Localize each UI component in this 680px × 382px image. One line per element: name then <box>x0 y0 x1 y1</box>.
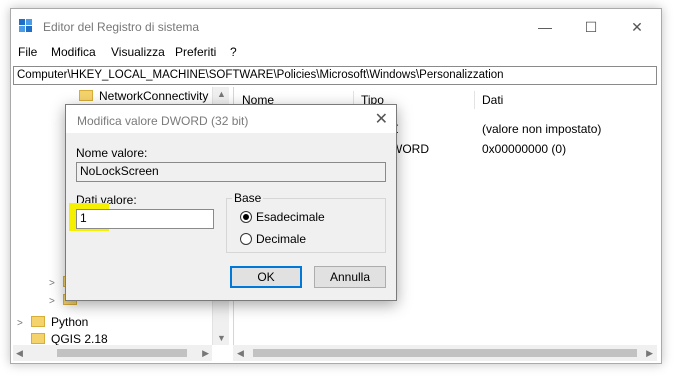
tree-item-label: QGIS 2.18 <box>51 332 108 345</box>
radio-esadecimale[interactable]: Esadecimale <box>240 210 325 224</box>
scroll-left-icon[interactable]: ◀ <box>237 348 244 359</box>
dialog-title: Modifica valore DWORD (32 bit) <box>77 114 249 128</box>
edit-dword-dialog: Modifica valore DWORD (32 bit) ✕ Nome va… <box>65 104 397 301</box>
scroll-right-icon[interactable]: ▶ <box>202 348 209 359</box>
scroll-right-icon[interactable]: ▶ <box>646 348 653 359</box>
radio-label: Esadecimale <box>256 210 325 224</box>
scroll-up-icon[interactable]: ▲ <box>217 89 226 99</box>
tree-item-label: NetworkConnectivity <box>99 89 209 103</box>
close-button[interactable]: ✕ <box>614 17 660 37</box>
tree-item-qgis[interactable]: QGIS 2.18 <box>31 330 108 345</box>
chevron-right-icon: > <box>49 296 55 307</box>
column-divider[interactable] <box>474 91 475 109</box>
scroll-thumb[interactable] <box>57 349 187 357</box>
dialog-close-icon[interactable]: ✕ <box>375 109 388 129</box>
values-horizontal-scrollbar[interactable]: ◀ ▶ <box>233 345 657 361</box>
radio-selected-icon[interactable] <box>240 211 252 223</box>
registry-app-icon <box>19 19 32 32</box>
tree-item-label: Python <box>51 315 89 329</box>
scroll-down-icon[interactable]: ▼ <box>217 333 226 343</box>
row-dati: 0x00000000 (0) <box>482 142 567 156</box>
menu-visualizza[interactable]: Visualizza <box>111 45 165 59</box>
dialog-title-bar[interactable]: Modifica valore DWORD (32 bit) ✕ <box>66 105 396 133</box>
value-name-label: Nome valore: <box>76 146 148 160</box>
menu-modifica[interactable]: Modifica <box>51 45 96 59</box>
menu-preferiti[interactable]: Preferiti <box>175 45 216 59</box>
menu-help[interactable]: ? <box>230 45 237 59</box>
minimize-button[interactable]: — <box>522 17 568 37</box>
value-name-field: NoLockScreen <box>76 162 386 182</box>
radio-decimale[interactable]: Decimale <box>240 232 306 246</box>
tree-item-python[interactable]: > Python <box>17 313 88 331</box>
tree-item-networkconnectivity[interactable]: NetworkConnectivity <box>79 87 208 105</box>
scroll-thumb[interactable] <box>253 349 637 357</box>
column-header-dati[interactable]: Dati <box>482 93 503 107</box>
radio-label: Decimale <box>256 232 307 246</box>
radio-unselected-icon[interactable] <box>240 233 252 245</box>
address-bar[interactable]: Computer\HKEY_LOCAL_MACHINE\SOFTWARE\Pol… <box>13 66 657 85</box>
title-bar[interactable]: Editor del Registro di sistema — ☐ ✕ <box>11 9 661 41</box>
window-title: Editor del Registro di sistema <box>43 20 200 34</box>
folder-icon <box>31 333 45 344</box>
maximize-button[interactable]: ☐ <box>568 17 614 37</box>
folder-icon <box>31 316 45 327</box>
ok-button[interactable]: OK <box>230 266 302 288</box>
value-data-input[interactable]: 1 <box>76 209 214 229</box>
base-label: Base <box>232 191 264 205</box>
menu-file[interactable]: File <box>18 45 37 59</box>
chevron-right-icon: > <box>17 318 23 329</box>
tree-horizontal-scrollbar[interactable]: ◀ ▶ <box>13 345 212 361</box>
row-dati: (valore non impostato) <box>482 122 602 136</box>
cancel-button[interactable]: Annulla <box>314 266 386 288</box>
scroll-left-icon[interactable]: ◀ <box>16 348 23 359</box>
folder-icon <box>79 90 93 101</box>
